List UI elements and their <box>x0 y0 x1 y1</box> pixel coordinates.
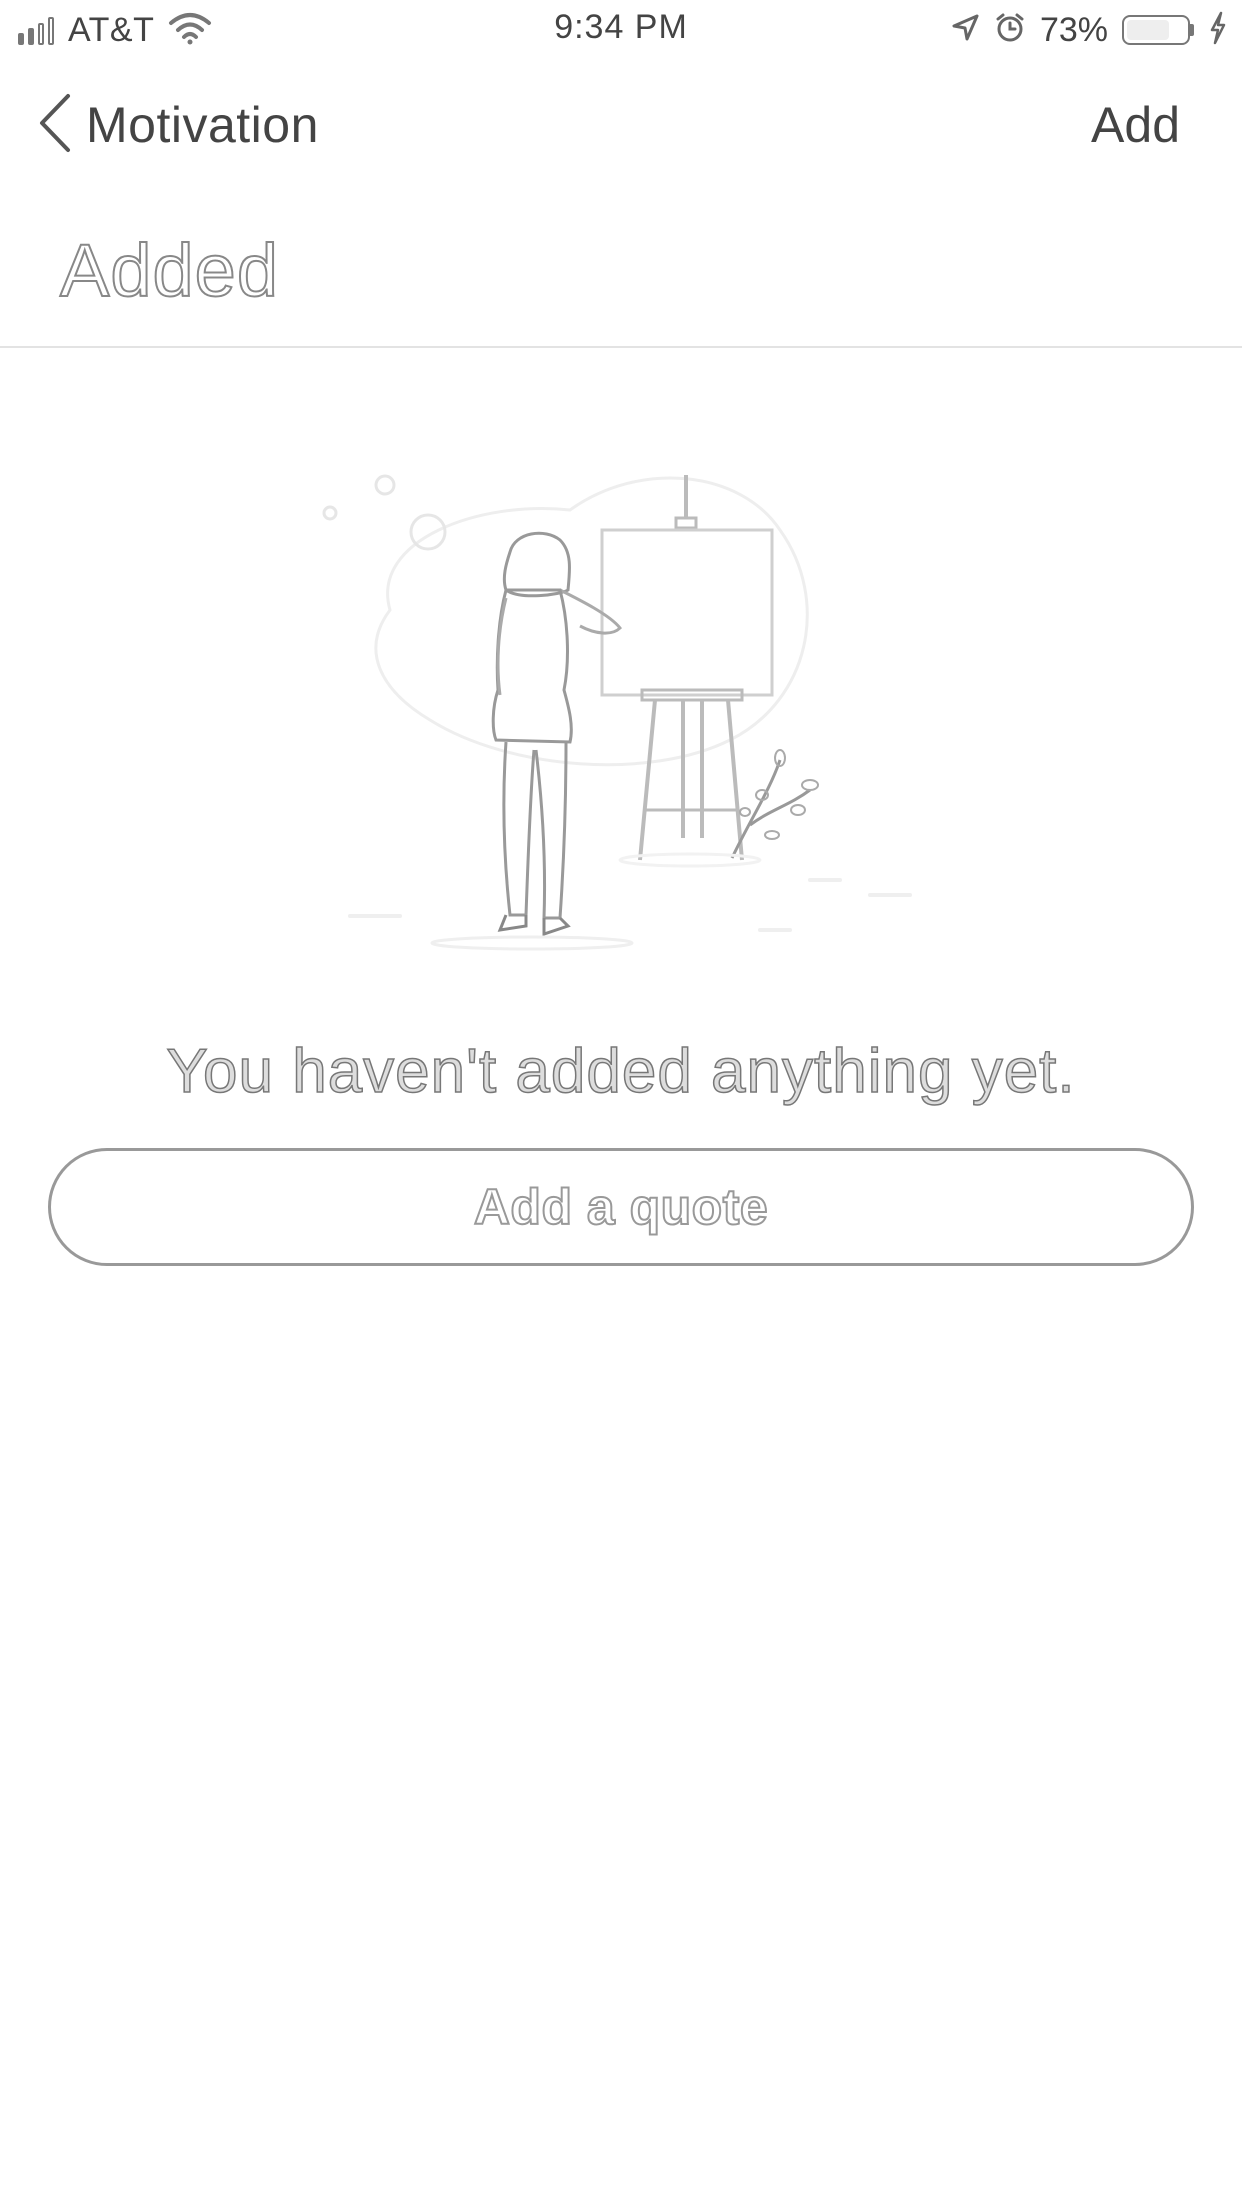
alarm-icon <box>994 12 1026 49</box>
back-button-label: Motivation <box>86 97 319 153</box>
status-bar: AT&T 9:34 PM 73% <box>0 0 1242 60</box>
woman-at-easel-illustration <box>310 440 950 960</box>
empty-state-message: You haven't added anything yet. <box>166 1036 1076 1107</box>
status-bar-right: 73% <box>950 8 1228 52</box>
navigation-bar: Motivation Add <box>0 80 1242 170</box>
add-quote-button-label: Add a quote <box>473 1178 769 1236</box>
location-arrow-icon <box>950 13 980 48</box>
back-button[interactable]: Motivation <box>36 92 319 159</box>
chevron-left-icon <box>36 92 72 159</box>
battery-icon <box>1122 15 1194 45</box>
page-title: Added <box>59 228 279 313</box>
title-divider <box>0 346 1242 348</box>
battery-percent: 73% <box>1039 10 1108 49</box>
add-quote-button[interactable]: Add a quote <box>48 1148 1194 1266</box>
add-button[interactable]: Add <box>1091 94 1180 156</box>
charging-bolt-icon <box>1208 11 1228 50</box>
